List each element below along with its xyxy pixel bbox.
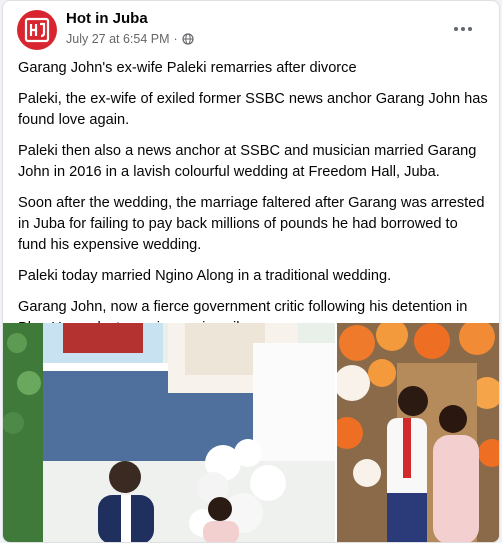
page-avatar[interactable]	[17, 10, 57, 50]
post-paragraph: Paleki then also a news anchor at SSBC a…	[18, 143, 477, 180]
more-dot	[461, 27, 465, 31]
page-logo-icon	[24, 17, 50, 43]
post-paragraph: Paleki today married Ngino Along in a tr…	[18, 268, 392, 284]
globe-icon[interactable]	[182, 33, 194, 45]
page-name[interactable]: Hot in Juba	[66, 10, 148, 27]
wedding-photo-2[interactable]	[337, 323, 499, 542]
meta-separator: ·	[173, 32, 178, 46]
post-paragraph: Soon after the wedding, the marriage fal…	[18, 195, 485, 253]
post-meta: July 27 at 6:54 PM ·	[66, 32, 194, 46]
wedding-photo-1[interactable]	[3, 323, 335, 542]
wedding-photo-1-image	[3, 323, 335, 542]
more-options-button[interactable]	[449, 19, 477, 39]
more-dot	[468, 27, 472, 31]
post-header: Hot in Juba July 27 at 6:54 PM ·	[3, 1, 499, 57]
post-photos	[3, 323, 499, 542]
post-headline: Garang John's ex-wife Paleki remarries a…	[18, 60, 357, 76]
post-paragraph: Paleki, the ex-wife of exiled former SSB…	[18, 91, 488, 128]
post-text: Garang John's ex-wife Paleki remarries a…	[18, 58, 488, 349]
post-timestamp[interactable]: July 27 at 6:54 PM	[66, 32, 170, 46]
post-card: Hot in Juba July 27 at 6:54 PM · Garang …	[2, 0, 500, 543]
more-options-icon	[454, 27, 458, 31]
wedding-photo-2-image	[337, 323, 499, 542]
